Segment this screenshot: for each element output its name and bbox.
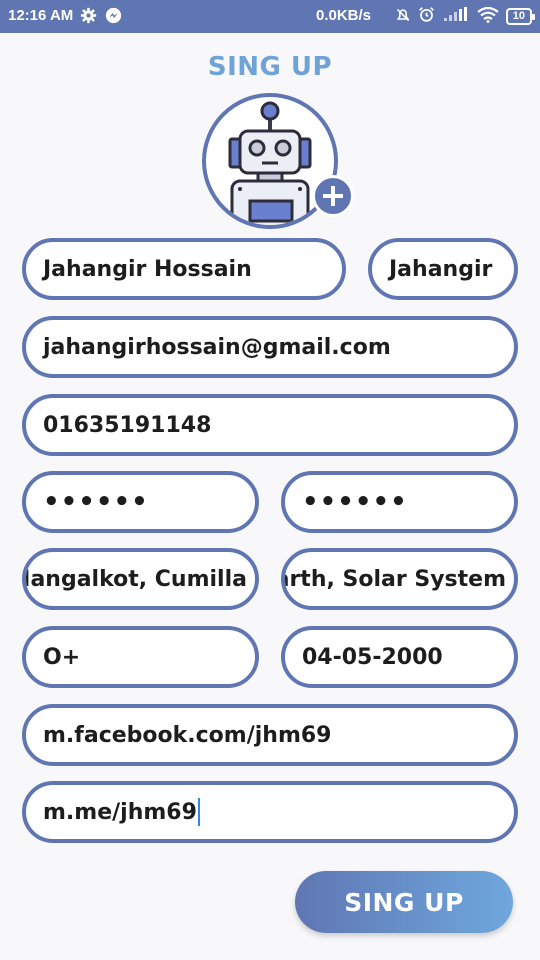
blood-group-value: O+ (43, 644, 81, 670)
signup-button[interactable]: SING UP (295, 871, 513, 933)
network-speed: 0.0KB/s (316, 7, 372, 24)
messenger-value: m.me/jhm69 (43, 799, 197, 825)
planet-field[interactable]: Earth, Solar System (281, 548, 518, 610)
wifi-icon (477, 6, 499, 27)
alarm-icon (418, 6, 435, 27)
birth-date-value: 04-05-2000 (302, 644, 443, 670)
messenger-field[interactable]: m.me/jhm69 (22, 781, 518, 843)
status-bar: 12:16 AM 0.0KB/s 10 (0, 0, 540, 33)
facebook-value: m.facebook.com/jhm69 (43, 722, 332, 748)
address-field[interactable]: Nangalkot, Cumilla (22, 548, 259, 610)
full-name-value: Jahangir Hossain (43, 256, 252, 282)
password-field[interactable]: •••••• (22, 471, 259, 533)
blood-group-field[interactable]: O+ (22, 626, 259, 688)
battery-level: 10 (512, 10, 525, 22)
text-cursor (197, 798, 200, 826)
add-photo-button[interactable] (312, 175, 354, 217)
confirm-password-field[interactable]: •••••• (281, 471, 518, 533)
battery-icon: 10 (505, 8, 536, 25)
nickname-field[interactable]: Jahangir (368, 238, 518, 300)
phone-field[interactable]: 01635191148 (22, 394, 518, 456)
planet-value: Earth, Solar System (281, 566, 506, 592)
page-title: SING UP (207, 52, 333, 82)
phone-value: 01635191148 (43, 412, 212, 438)
email-field[interactable]: jahangirhossain@gmail.com (22, 316, 518, 378)
mute-notification-icon (395, 7, 411, 27)
plus-icon (323, 186, 343, 206)
full-name-field[interactable]: Jahangir Hossain (22, 238, 346, 300)
status-time: 12:16 AM (8, 7, 74, 24)
birth-date-field[interactable]: 04-05-2000 (281, 626, 518, 688)
password-value: •••••• (43, 487, 149, 517)
facebook-field[interactable]: m.facebook.com/jhm69 (22, 704, 518, 766)
settings-icon (80, 7, 97, 28)
signal-icon (442, 7, 470, 26)
address-value: Nangalkot, Cumilla (22, 566, 247, 592)
email-value: jahangirhossain@gmail.com (43, 334, 391, 360)
messenger-icon (105, 7, 122, 28)
nickname-value: Jahangir (389, 256, 493, 282)
confirm-password-value: •••••• (302, 487, 408, 517)
